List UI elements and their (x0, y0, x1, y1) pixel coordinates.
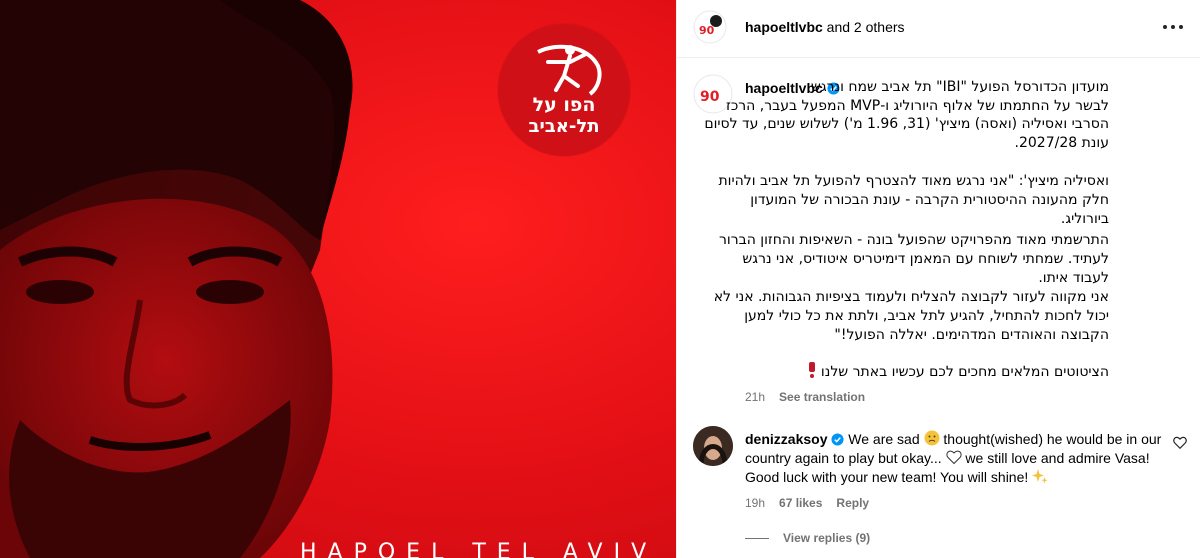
more-options-icon[interactable] (1159, 15, 1187, 39)
caption-line: לבשר על החתמתו של אלוף היורוליג ו-MVP המ… (726, 97, 1109, 114)
view-replies-button[interactable]: View replies (9) (745, 531, 870, 545)
caption-line: אני מקווה לעזור לקבוצה להצליח ולעמוד בצי… (713, 289, 1109, 305)
header-username[interactable]: hapoeltlvbc (745, 19, 823, 35)
header-others[interactable]: and 2 others (823, 19, 905, 35)
author-avatar[interactable]: 90 (693, 10, 727, 44)
caption-timestamp[interactable]: 21h (745, 390, 765, 404)
comment-likes[interactable]: 67 likes (779, 496, 822, 510)
caption-line: לעתיד. שמחתי לשוחח עם המאמן דימיטריס איט… (742, 251, 1109, 267)
verified-badge-icon (831, 433, 844, 446)
header-authors[interactable]: hapoeltlvbc and 2 others (745, 19, 905, 35)
avatar-badge: 90 (699, 24, 715, 37)
exclamation-emoji-icon (809, 362, 816, 378)
view-replies-label[interactable]: View replies (9) (783, 531, 870, 545)
caption-line: התרשמתי מאוד מהפרויקט שהפועל בונה - השאי… (718, 232, 1109, 248)
commenter-photo (693, 426, 733, 466)
sparkles-emoji-icon (1032, 469, 1048, 484)
comment-meta: 19h 67 likes Reply (745, 496, 869, 510)
caption-line: לעבוד איתו. (1038, 270, 1109, 286)
see-translation-button[interactable]: See translation (779, 390, 865, 404)
white-heart-emoji-icon (945, 450, 962, 465)
caption-meta: 21h See translation (745, 390, 865, 404)
post-side-panel: 90 hapoeltlvbc and 2 others 90 hapoeltlv… (676, 0, 1200, 558)
caption-line: חלק מהעונה ההיסטורית הקרבה - עונת הבכורה… (750, 192, 1109, 208)
caption-line: מועדון הכדורסל הפועל "IBI" תל אביב שמח ו… (810, 79, 1109, 95)
caption-avatar-badge: 90 (700, 89, 720, 105)
reply-button[interactable]: Reply (836, 496, 869, 510)
caption-line: הציטוטים המלאים מחכים לכם עכשיו באתר שלנ… (808, 362, 1109, 382)
hapoel-90-icon: 90 (693, 10, 727, 44)
replies-divider-line (745, 537, 769, 539)
comment-timestamp[interactable]: 19h (745, 496, 765, 510)
logo-text-line2: תל-אביב (528, 116, 600, 137)
caption-line: הסרבי ואסיליה (ואסה) מיציץ' (31, 1.96 מ'… (704, 116, 1109, 132)
caption-line: הקבוצה והאוהדים המדהימים. יאללה הפועל!" (834, 327, 1109, 343)
caption-last-line: הציטוטים המלאים מחכים לכם עכשיו באתר שלנ… (820, 364, 1109, 380)
like-comment-heart-icon[interactable] (1173, 436, 1187, 450)
logo-text-line1: הפו על (532, 94, 596, 116)
caption-line: יכול לחכות להתחיל, להגיע לתל אביב, ולתת … (744, 308, 1109, 324)
comment-text: denizzaksoy We are sad thought(wished) h… (745, 430, 1165, 487)
comment-text-part-a: We are sad (848, 431, 924, 447)
caption-line: ביורוליג. (1060, 211, 1109, 227)
hapoel-logo: הפו על תל-אביב (498, 24, 630, 156)
caption-line: ואסיליה מיציץ': "אני נרגש מאוד להצטרף לה… (718, 173, 1109, 189)
sad-face-emoji-icon (924, 430, 939, 446)
post-image[interactable]: הפו על תל-אביב HAPOEL TEL AVIV (0, 0, 676, 558)
image-bottom-caption: HAPOEL TEL AVIV (300, 540, 658, 558)
commenter-username[interactable]: denizzaksoy (745, 431, 827, 447)
caption-line: עונת 2027/28. (1014, 134, 1109, 151)
post-header: 90 hapoeltlvbc and 2 others (677, 0, 1200, 58)
commenter-avatar[interactable] (693, 426, 733, 466)
